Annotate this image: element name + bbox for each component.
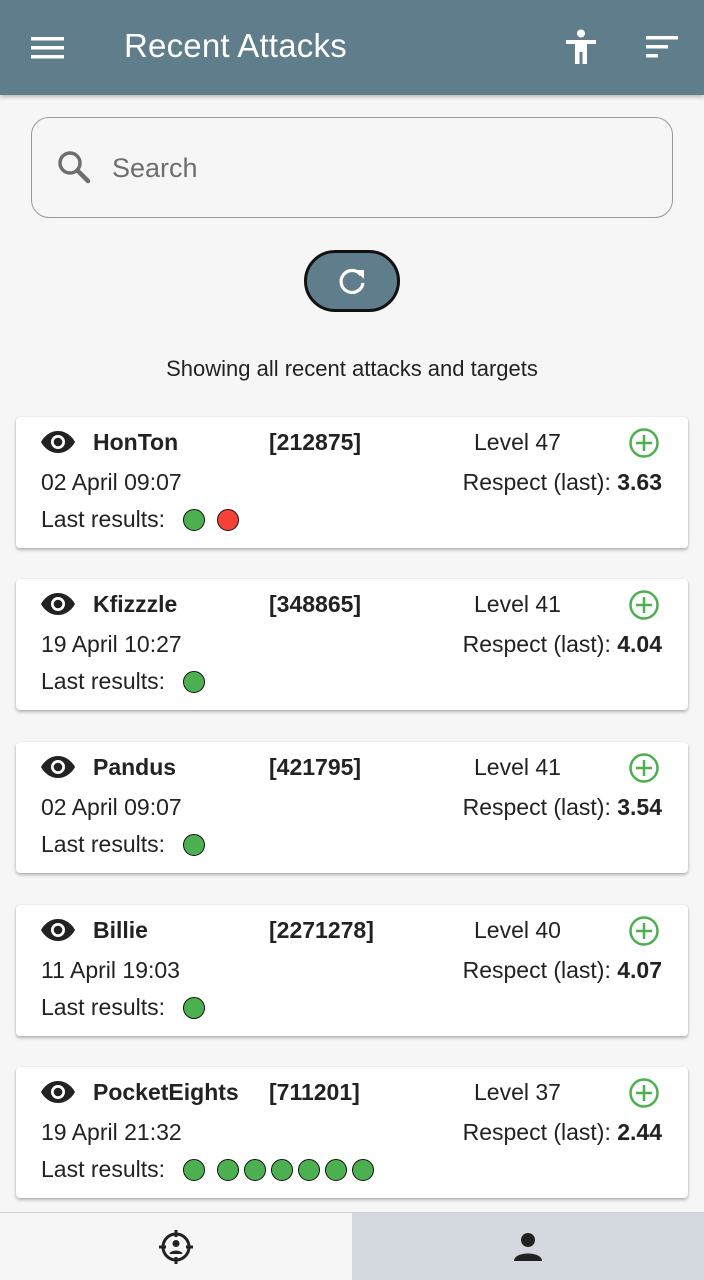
search-icon — [56, 149, 96, 189]
tab-attacks[interactable] — [0, 1213, 352, 1280]
respect-label: Respect (last): — [462, 469, 611, 495]
respect-value: Respect (last): 3.63 — [463, 469, 662, 496]
attack-date: 02 April 09:07 — [41, 794, 182, 820]
attack-card[interactable]: Billie [2271278] Level 40 11 April 19:03… — [16, 905, 688, 1036]
results-dots — [183, 997, 217, 1019]
accessibility-icon[interactable] — [558, 24, 604, 70]
eye-icon[interactable] — [40, 429, 78, 457]
respect-label: Respect (last): — [462, 957, 611, 983]
respect-label: Respect (last): — [462, 1119, 611, 1145]
player-level: Level 41 — [474, 754, 561, 780]
page-title: Recent Attacks — [124, 27, 347, 64]
player-id: [421795] — [269, 754, 362, 780]
result-win-dot — [298, 1159, 320, 1181]
add-target-icon[interactable] — [628, 915, 662, 949]
player-name[interactable]: PocketEights — [93, 1079, 239, 1106]
player-level: Level 37 — [474, 1079, 561, 1105]
results-label: Last results: — [41, 668, 165, 694]
eye-icon[interactable] — [40, 591, 78, 619]
player-level: Level 41 — [474, 591, 561, 617]
info-text: Showing all recent attacks and targets — [166, 356, 538, 381]
add-target-icon[interactable] — [628, 752, 662, 786]
respect-value: Respect (last): 4.04 — [463, 631, 662, 658]
respect-value: Respect (last): 2.44 — [463, 1119, 662, 1146]
respect-number: 3.54 — [617, 794, 662, 820]
result-win-dot — [183, 997, 205, 1019]
results-dots — [183, 509, 244, 531]
respect-value: Respect (last): 4.07 — [463, 957, 662, 984]
results-label: Last results: — [41, 831, 165, 857]
add-target-icon[interactable] — [628, 589, 662, 623]
add-target-icon[interactable] — [628, 1077, 662, 1111]
attack-date: 02 April 09:07 — [41, 469, 182, 495]
respect-number: 4.04 — [617, 631, 662, 657]
results-dots — [183, 834, 217, 856]
results-label: Last results: — [41, 994, 165, 1020]
tab-profile[interactable] — [352, 1213, 704, 1280]
eye-icon[interactable] — [40, 917, 78, 945]
attack-card[interactable]: Kfizzzle [348865] Level 41 19 April 10:2… — [16, 579, 688, 710]
attack-date: 19 April 10:27 — [41, 631, 182, 657]
attack-card[interactable]: Pandus [421795] Level 41 02 April 09:07 … — [16, 742, 688, 873]
player-name[interactable]: HonTon — [93, 429, 178, 456]
result-win-dot — [183, 834, 205, 856]
add-target-icon[interactable] — [628, 427, 662, 461]
results-dots — [183, 671, 217, 693]
result-win-dot — [271, 1159, 293, 1181]
result-win-dot — [325, 1159, 347, 1181]
attack-date: 11 April 19:03 — [41, 957, 180, 983]
results-dots — [183, 1159, 379, 1181]
respect-value: Respect (last): 3.54 — [463, 794, 662, 821]
person-icon — [514, 1233, 542, 1261]
player-level: Level 40 — [474, 917, 561, 943]
respect-number: 2.44 — [617, 1119, 662, 1145]
result-win-dot — [183, 1159, 205, 1181]
result-win-dot — [217, 1159, 239, 1181]
eye-icon[interactable] — [40, 1079, 78, 1107]
player-id: [2271278] — [269, 917, 374, 943]
attack-card[interactable]: PocketEights [711201] Level 37 19 April … — [16, 1067, 688, 1198]
player-id: [711201] — [269, 1079, 360, 1105]
respect-number: 4.07 — [617, 957, 662, 983]
respect-number: 3.63 — [617, 469, 662, 495]
attack-date: 19 April 21:32 — [41, 1119, 182, 1145]
result-win-dot — [352, 1159, 374, 1181]
respect-label: Respect (last): — [462, 631, 611, 657]
respect-label: Respect (last): — [462, 794, 611, 820]
eye-icon[interactable] — [40, 754, 78, 782]
sort-icon[interactable] — [640, 24, 686, 70]
attack-card[interactable]: HonTon [212875] Level 47 02 April 09:07 … — [16, 417, 688, 548]
player-id: [212875] — [269, 429, 362, 455]
app-bar: Recent Attacks — [0, 0, 704, 95]
bottom-navigation — [0, 1212, 704, 1280]
player-name[interactable]: Billie — [93, 917, 148, 944]
search-field[interactable] — [31, 117, 673, 218]
results-label: Last results: — [41, 1156, 165, 1182]
hamburger-menu-icon[interactable] — [24, 28, 72, 68]
result-win-dot — [244, 1159, 266, 1181]
result-win-dot — [183, 509, 205, 531]
player-name[interactable]: Kfizzzle — [93, 591, 177, 618]
refresh-button[interactable] — [304, 250, 400, 312]
refresh-icon — [339, 268, 365, 295]
result-win-dot — [183, 671, 205, 693]
player-level: Level 47 — [474, 429, 561, 455]
search-input[interactable] — [112, 146, 632, 190]
player-id: [348865] — [269, 591, 362, 617]
results-label: Last results: — [41, 506, 165, 532]
crosshair-target-icon — [159, 1230, 193, 1264]
result-loss-dot — [217, 509, 239, 531]
player-name[interactable]: Pandus — [93, 754, 176, 781]
